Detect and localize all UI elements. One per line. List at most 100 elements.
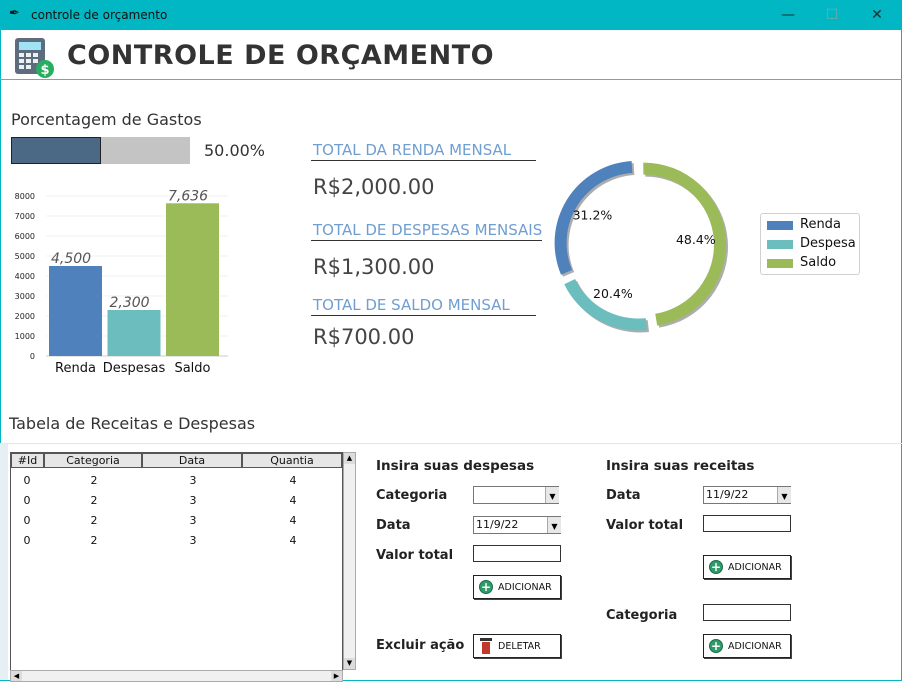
- close-button[interactable]: ✕: [857, 4, 897, 26]
- table-cell: 2: [90, 494, 98, 507]
- expense-date-label: Data: [376, 518, 411, 533]
- table-title: Tabela de Receitas e Despesas: [9, 414, 256, 433]
- add-icon: +: [709, 560, 723, 574]
- bar-renda: [49, 266, 102, 356]
- spending-progress-bar: [11, 137, 190, 164]
- col-header-data[interactable]: Data: [142, 453, 242, 468]
- table-cell: 0: [23, 474, 31, 487]
- income-form-title: Insira suas receitas: [606, 458, 755, 474]
- y-tick-label: 3000: [15, 292, 35, 301]
- expense-amount-label: Valor total: [376, 548, 454, 563]
- calculator-dollar-icon: $: [15, 38, 54, 78]
- kpi-expense-value: R$1,300.00: [313, 255, 435, 279]
- title-bar[interactable]: ✒ controle de orçamento — ☐ ✕: [0, 0, 902, 30]
- scroll-up-arrow[interactable]: ▲: [344, 453, 355, 464]
- section-divider: [0, 443, 902, 444]
- table-row[interactable]: 0 2 3 4: [11, 512, 342, 530]
- maximize-button[interactable]: ☐: [812, 4, 852, 26]
- table-cell: 4: [289, 474, 297, 487]
- kpi-balance-label: TOTAL DE SALDO MENSAL: [313, 296, 510, 314]
- income-date-dropdown-arrow[interactable]: ▼: [777, 487, 791, 503]
- income-category-label: Categoria: [606, 608, 678, 623]
- col-header-categoria[interactable]: Categoria: [44, 453, 142, 468]
- y-tick-label: 7000: [15, 212, 35, 221]
- minimize-button[interactable]: —: [768, 4, 808, 26]
- y-tick-label: 4000: [15, 272, 35, 281]
- kpi-balance-divider: [311, 315, 536, 316]
- table-row[interactable]: 0 2 3 4: [11, 492, 342, 510]
- income-date-label: Data: [606, 488, 641, 503]
- spending-title: Porcentagem de Gastos: [11, 110, 202, 129]
- table-cell: 4: [289, 534, 297, 547]
- trash-icon: [480, 638, 492, 654]
- page-title: CONTROLE DE ORÇAMENTO: [67, 40, 495, 71]
- income-amount-label: Valor total: [606, 518, 684, 533]
- scroll-down-arrow[interactable]: ▼: [344, 658, 355, 669]
- table-cell: 3: [189, 474, 197, 487]
- income-category-input[interactable]: [703, 604, 791, 621]
- table-row[interactable]: 0 2 3 4: [11, 532, 342, 550]
- delete-action-label: Excluir ação: [376, 638, 465, 653]
- bar-despesas: [107, 310, 161, 356]
- expense-category-dropdown-arrow[interactable]: ▼: [545, 487, 559, 503]
- donut-legend: Renda Despesa Saldo: [760, 213, 860, 275]
- table-hscrollbar[interactable]: ◀ ▶: [10, 670, 343, 682]
- scroll-left-arrow[interactable]: ◀: [11, 671, 22, 681]
- kpi-expense-label: TOTAL DE DESPESAS MENSAIS: [313, 221, 543, 239]
- transactions-table[interactable]: #Id Categoria Data Quantia 0234023402340…: [10, 452, 357, 682]
- y-tick-label: 6000: [15, 232, 35, 241]
- slice-percent-label: 20.4%: [593, 286, 633, 301]
- table-cell: 3: [189, 514, 197, 527]
- income-add-button[interactable]: + ADICIONAR: [703, 555, 791, 579]
- slice-percent-label: 48.4%: [676, 232, 716, 247]
- kpi-balance-value: R$700.00: [313, 325, 415, 349]
- y-tick-label: 5000: [15, 252, 35, 261]
- col-header-quantia[interactable]: Quantia: [242, 453, 342, 468]
- header-divider: [0, 79, 902, 80]
- table-cell: 0: [23, 534, 31, 547]
- expense-date-dropdown-arrow[interactable]: ▼: [547, 517, 561, 533]
- svg-text:$: $: [40, 63, 49, 78]
- delete-button-label: DELETAR: [498, 641, 541, 652]
- table-cell: 4: [289, 494, 297, 507]
- table-cell: 4: [289, 514, 297, 527]
- y-tick-label: 2000: [15, 312, 35, 321]
- window-title: controle de orçamento: [31, 8, 168, 22]
- expense-category-label: Categoria: [376, 488, 448, 503]
- table-cell: 3: [189, 494, 197, 507]
- category-add-label: ADICIONAR: [728, 641, 782, 652]
- delete-button[interactable]: DELETAR: [473, 634, 561, 658]
- y-tick-label: 8000: [15, 192, 35, 201]
- bar-value-label: 2,300: [110, 295, 150, 311]
- spending-progress-fill: [11, 137, 101, 164]
- income-amount-input[interactable]: [703, 515, 791, 532]
- table-cell: 3: [189, 534, 197, 547]
- legend-swatch: [767, 240, 793, 249]
- table-cell: 0: [23, 514, 31, 527]
- summary-bar-chart: 0 1000 2000 3000 4000 5000 6000 7000 8000 4,500 Re…: [15, 188, 228, 376]
- kpi-income-label: TOTAL DA RENDA MENSAL: [313, 141, 512, 159]
- expense-amount-input[interactable]: [473, 545, 561, 562]
- x-category-label: Saldo: [174, 361, 210, 376]
- legend-swatch: [767, 221, 793, 230]
- category-add-button[interactable]: + ADICIONAR: [703, 634, 791, 658]
- y-tick-label: 0: [30, 352, 35, 361]
- y-tick-label: 1000: [15, 332, 35, 341]
- table-vscrollbar[interactable]: ▲ ▼: [343, 452, 356, 670]
- legend-label: Saldo: [800, 255, 837, 270]
- legend-label: Renda: [800, 217, 841, 232]
- expense-add-button[interactable]: + ADICIONAR: [473, 575, 561, 599]
- col-header-id[interactable]: #Id: [11, 453, 44, 468]
- kpi-expense-divider: [311, 240, 542, 241]
- scroll-right-arrow[interactable]: ▶: [331, 671, 342, 681]
- feather-icon: ✒: [9, 6, 20, 21]
- income-add-label: ADICIONAR: [728, 562, 782, 573]
- expense-add-label: ADICIONAR: [498, 582, 552, 593]
- table-cell: 2: [90, 514, 98, 527]
- table-row[interactable]: 0 2 3 4: [11, 472, 342, 490]
- kpi-income-divider: [311, 160, 536, 161]
- legend-swatch: [767, 259, 793, 268]
- x-category-label: Despesas: [103, 361, 166, 376]
- table-cell: 0: [23, 494, 31, 507]
- bar-value-label: 7,636: [168, 188, 208, 204]
